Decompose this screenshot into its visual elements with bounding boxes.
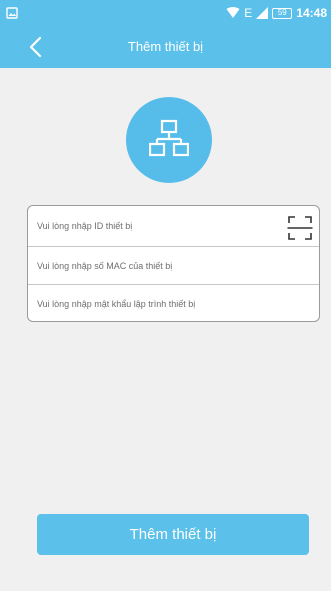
- programming-password-row: [28, 285, 319, 321]
- status-bar: E 59 14:48: [0, 0, 331, 26]
- add-device-form: [27, 205, 320, 322]
- status-time: 14:48: [296, 6, 327, 20]
- signal-icon: [256, 7, 269, 19]
- image-notification-icon: [6, 6, 18, 19]
- mac-row: [28, 247, 319, 285]
- programming-password-input[interactable]: [28, 285, 319, 321]
- mac-input[interactable]: [28, 247, 319, 284]
- network-type: E: [244, 6, 253, 20]
- add-device-button[interactable]: Thêm thiết bị: [37, 514, 309, 555]
- page-title: Thêm thiết bị: [127, 39, 204, 54]
- device-badge: [126, 97, 212, 183]
- app-header: Thêm thiết bị: [0, 26, 331, 68]
- wifi-icon: [226, 7, 240, 19]
- battery-level: 59: [277, 8, 287, 17]
- device-id-row: [28, 206, 319, 247]
- device-id-input[interactable]: [28, 206, 319, 246]
- status-indicators: E 59 14:48: [226, 4, 327, 22]
- battery-icon: 59: [272, 7, 293, 19]
- scan-frame-icon[interactable]: [287, 215, 313, 241]
